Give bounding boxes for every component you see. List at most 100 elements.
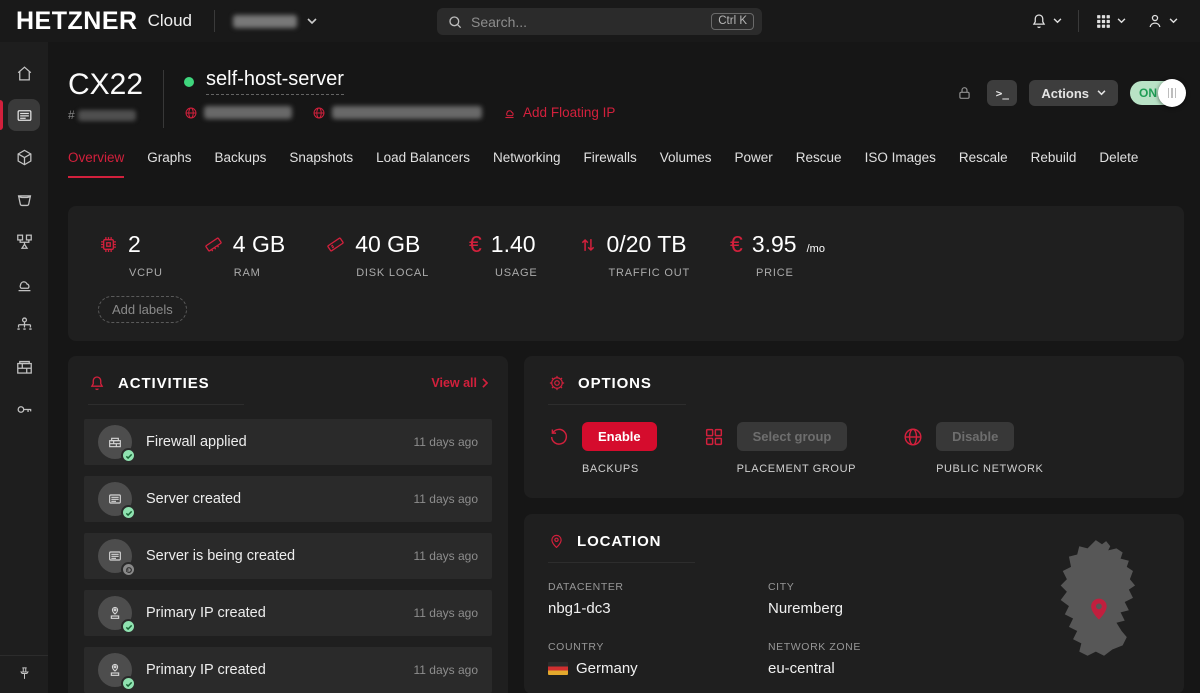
select-placement-group-button[interactable]: Select group [737,422,848,451]
add-floating-ip-link[interactable]: Add Floating IP [502,105,615,120]
ipv6-address[interactable] [312,106,482,120]
disable-public-network-button[interactable]: Disable [936,422,1014,451]
tab-power[interactable]: Power [735,150,773,178]
floating-ip-icon [15,274,34,293]
activity-time: 11 days ago [414,606,479,620]
field-value: nbg1-dc3 [548,600,768,617]
stat-vcpu: 2 VCPU [98,231,163,279]
tab-delete[interactable]: Delete [1099,150,1138,178]
apps-menu[interactable] [1089,9,1132,34]
server-header: CX22 # self-host-server [68,42,1184,128]
ipv4-address[interactable] [184,106,292,120]
redacted-ipv6 [332,106,482,119]
hetzner-logo[interactable]: HETZNER [16,7,138,36]
germany-map [1036,538,1168,664]
tab-snapshots[interactable]: Snapshots [289,150,353,178]
field-label: COUNTRY [548,641,768,653]
server-name-block: self-host-server [184,68,615,120]
sidebar-item-security[interactable] [0,388,48,430]
notifications-menu[interactable] [1024,8,1068,34]
bucket-icon [15,190,34,209]
server-name-editable[interactable]: self-host-server [206,68,344,95]
sidebar-item-firewalls[interactable] [0,346,48,388]
field-country: COUNTRY Germany [548,641,768,677]
tab-volumes[interactable]: Volumes [660,150,712,178]
firewall-icon [98,425,132,459]
success-badge-icon [121,619,136,634]
tab-iso-images[interactable]: ISO Images [865,150,936,178]
field-datacenter: DATACENTER nbg1-dc3 [548,581,768,617]
key-icon [15,400,34,419]
tab-graphs[interactable]: Graphs [147,150,191,178]
bell-icon [88,374,106,392]
tab-rescale[interactable]: Rescale [959,150,1008,178]
activity-row[interactable]: Primary IP created 11 days ago [84,647,492,693]
activity-time: 11 days ago [414,435,479,449]
activity-row[interactable]: Server created 11 days ago [84,476,492,522]
topbar-divider [1078,10,1079,32]
power-toggle-knob[interactable] [1158,79,1186,107]
sidebar-pin-toggle[interactable] [0,655,48,693]
enable-backups-button[interactable]: Enable [582,422,657,451]
field-value: Germany [576,660,638,677]
topbar-right [1024,8,1184,34]
stat-ram: 4 GB RAM [203,231,285,279]
tab-rescue[interactable]: Rescue [796,150,842,178]
sidebar-item-volumes[interactable] [0,136,48,178]
activity-time: 11 days ago [414,549,479,563]
tab-overview[interactable]: Overview [68,150,124,178]
servers-icon [8,99,40,131]
disk-icon [325,234,346,255]
sidebar-item-servers[interactable] [0,94,48,136]
stat-label: RAM [234,267,285,279]
console-button[interactable]: >_ [987,80,1017,106]
sidebar-item-networks[interactable] [0,304,48,346]
location-title: LOCATION [577,533,661,550]
lock-icon[interactable] [956,84,973,102]
activity-title: Primary IP created [146,605,266,621]
stat-label: VCPU [129,267,163,279]
option-label: PLACEMENT GROUP [737,463,856,475]
placement-group-icon [703,426,725,448]
tab-firewalls[interactable]: Firewalls [583,150,636,178]
power-toggle[interactable]: ON [1130,81,1184,105]
tab-backups[interactable]: Backups [215,150,267,178]
stat-label: PRICE [756,267,825,279]
account-menu[interactable] [1140,8,1184,34]
search-bar[interactable]: Ctrl K [437,8,762,35]
activity-row[interactable]: Server is being created 11 days ago [84,533,492,579]
user-icon [1146,12,1164,30]
stat-traffic-out: 0/20 TB TRAFFIC OUT [578,231,691,279]
load-balancer-icon [15,232,34,251]
view-all-link[interactable]: View all [431,374,488,390]
add-labels-button[interactable]: Add labels [98,296,187,323]
server-controls: >_ Actions ON [956,80,1184,106]
option-backups: Enable BACKUPS [548,422,657,475]
project-selector[interactable] [233,15,317,28]
field-value: eu-central [768,660,1028,677]
redacted-ipv4 [204,106,292,119]
activity-row[interactable]: Firewall applied 11 days ago [84,419,492,465]
pin-icon [17,666,32,681]
sidebar-item-floating-ips[interactable] [0,262,48,304]
grid-apps-icon [1095,13,1112,30]
home-icon [15,64,34,83]
sidebar-item-home[interactable] [0,52,48,94]
search-input[interactable] [471,14,703,30]
sidebar-item-load-balancers[interactable] [0,220,48,262]
euro-icon: € [730,233,743,256]
primary-ip-icon [98,653,132,687]
tab-networking[interactable]: Networking [493,150,561,178]
option-placement-group: Select group PLACEMENT GROUP [703,422,856,475]
power-toggle-label: ON [1139,86,1157,100]
activity-row[interactable]: Primary IP created 11 days ago [84,590,492,636]
sidebar-item-object-storage[interactable] [0,178,48,220]
field-label: DATACENTER [548,581,768,593]
tab-rebuild[interactable]: Rebuild [1031,150,1077,178]
actions-label: Actions [1041,86,1089,101]
header-divider [163,70,164,128]
actions-button[interactable]: Actions [1029,80,1118,106]
topbar-divider [214,10,215,32]
tab-load-balancers[interactable]: Load Balancers [376,150,470,178]
chevron-down-icon [1169,18,1178,24]
